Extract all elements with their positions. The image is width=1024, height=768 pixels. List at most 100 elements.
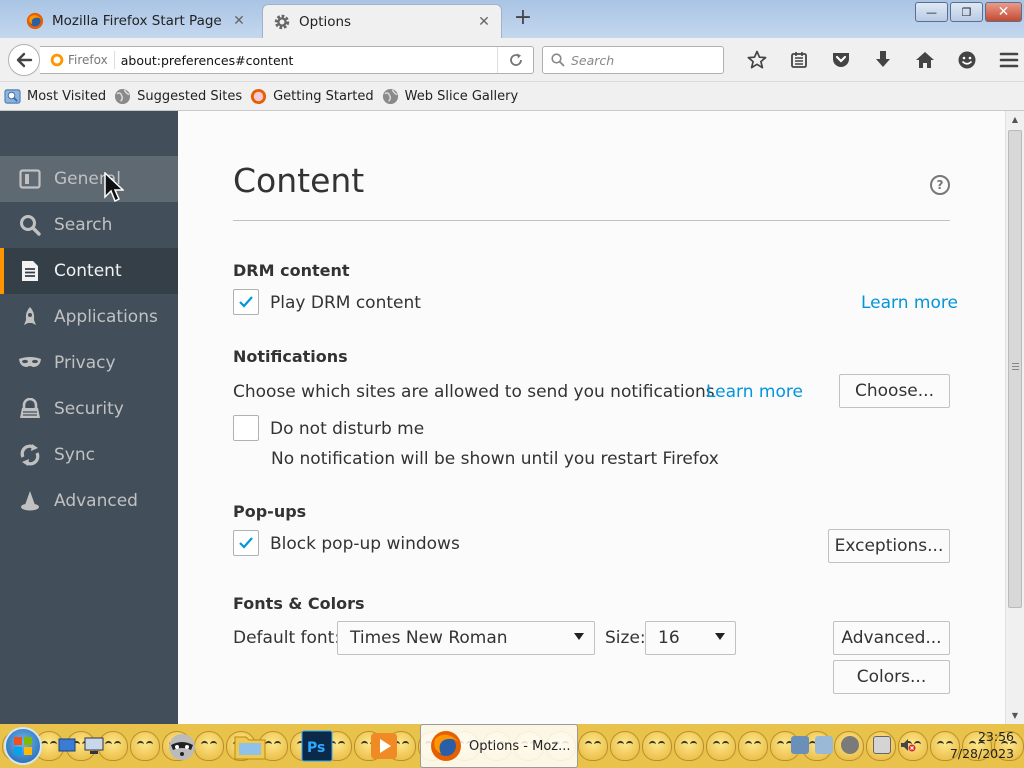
bookmark-label: Web Slice Gallery <box>404 88 519 104</box>
tray-app-icon[interactable] <box>791 736 809 754</box>
sidebar-item-search[interactable]: Search <box>0 202 178 248</box>
bookmark-suggested-sites[interactable]: Suggested Sites <box>114 88 242 105</box>
sidebar-item-content[interactable]: Content <box>0 248 178 294</box>
reload-icon <box>509 53 522 66</box>
help-icon[interactable]: ? <box>930 175 950 195</box>
sidebar-item-label: Sync <box>54 445 95 465</box>
size-label: Size: <box>605 628 646 648</box>
bookmark-getting-started[interactable]: Getting Started <box>250 88 374 105</box>
file-explorer-icon[interactable] <box>232 728 268 764</box>
drm-learn-more-link[interactable]: Learn more <box>861 293 958 313</box>
notifications-heading: Notifications <box>233 347 348 366</box>
scroll-up-arrow-icon[interactable]: ▲ <box>1006 111 1024 128</box>
taskbar-item-firefox[interactable]: Options - Moz... <box>420 724 578 768</box>
drm-checkbox[interactable] <box>233 289 259 315</box>
tray-network-icon[interactable] <box>815 736 833 754</box>
block-popups-label[interactable]: Block pop-up windows <box>270 534 460 554</box>
taskbar-item-label: Options - Moz... <box>469 738 571 754</box>
smiley-icon <box>738 731 768 761</box>
notifications-description: Choose which sites are allowed to send y… <box>233 382 715 402</box>
title-divider <box>233 220 950 221</box>
minimize-button[interactable]: — <box>915 2 948 22</box>
search-icon <box>18 213 42 237</box>
checkmark-icon <box>239 537 253 549</box>
reload-button[interactable] <box>497 47 533 73</box>
smiley-icon <box>610 731 640 761</box>
sidebar-item-applications[interactable]: Applications <box>0 294 178 340</box>
sidebar-item-general[interactable]: General <box>0 156 178 202</box>
sidebar-item-sync[interactable]: Sync <box>0 432 178 478</box>
close-window-button[interactable]: ✕ <box>985 2 1022 22</box>
firefox-icon <box>251 88 267 104</box>
pocket-icon[interactable] <box>820 49 862 71</box>
media-player-icon[interactable] <box>366 728 402 764</box>
bookmark-web-slice-gallery[interactable]: Web Slice Gallery <box>382 88 519 105</box>
mouse-cursor-icon <box>104 172 124 203</box>
url-bar[interactable]: Firefox about:preferences#content <box>40 46 534 74</box>
privacy-mask-icon <box>18 351 42 375</box>
tray-flag-icon[interactable] <box>873 736 891 754</box>
identity-box[interactable]: Firefox <box>40 51 115 69</box>
identity-label: Firefox <box>68 53 108 67</box>
do-not-disturb-label[interactable]: Do not disturb me <box>270 419 424 439</box>
tab-start-page[interactable]: Mozilla Firefox Start Page ✕ <box>16 4 256 38</box>
advanced-fonts-button[interactable]: Advanced... <box>833 621 950 655</box>
show-desktop-icon[interactable] <box>56 728 80 764</box>
sidebar-item-label: Privacy <box>54 353 116 373</box>
url-input[interactable]: about:preferences#content <box>115 53 497 68</box>
default-font-value: Times New Roman <box>350 628 508 648</box>
page-title: Content <box>233 161 365 200</box>
drm-checkbox-label[interactable]: Play DRM content <box>270 293 421 313</box>
bookmarks-bar: Most Visited Suggested Sites Getting Sta… <box>0 82 1024 111</box>
sidebar-item-privacy[interactable]: Privacy <box>0 340 178 386</box>
close-tab-icon[interactable]: ✕ <box>232 13 246 29</box>
maximize-button[interactable]: ❐ <box>950 2 983 22</box>
choose-button[interactable]: Choose... <box>839 374 950 408</box>
sidebar-item-label: Applications <box>54 307 158 327</box>
back-button[interactable] <box>8 44 40 76</box>
vertical-scrollbar[interactable]: ▲ ▼ <box>1005 111 1024 724</box>
tray-volume-muted-icon[interactable] <box>899 736 917 754</box>
search-input[interactable]: Search <box>542 46 724 74</box>
bookmark-label: Suggested Sites <box>137 88 243 104</box>
content-icon <box>18 259 42 283</box>
notifications-learn-more-link[interactable]: Learn more <box>706 382 803 402</box>
exceptions-button[interactable]: Exceptions... <box>828 529 950 563</box>
hello-icon[interactable] <box>946 49 988 71</box>
new-tab-button[interactable]: + <box>510 6 536 32</box>
photoshop-icon[interactable]: Ps <box>300 728 334 764</box>
default-font-select[interactable]: Times New Roman <box>337 621 595 655</box>
taskbar-clock[interactable]: 23:56 7/28/2023 <box>950 728 1014 762</box>
block-popups-checkbox[interactable] <box>233 530 259 556</box>
bookmark-most-visited[interactable]: Most Visited <box>4 88 106 105</box>
sidebar-item-advanced[interactable]: Advanced <box>0 478 178 524</box>
colors-button[interactable]: Colors... <box>833 660 950 694</box>
start-button[interactable] <box>4 727 42 765</box>
drm-heading: DRM content <box>233 261 350 280</box>
do-not-disturb-checkbox[interactable] <box>233 415 259 441</box>
sidebar-item-label: Content <box>54 261 122 281</box>
menu-icon[interactable] <box>988 49 1024 71</box>
clock-time: 23:56 <box>977 729 1014 744</box>
font-size-select[interactable]: 16 <box>645 621 736 655</box>
home-icon[interactable] <box>904 49 946 71</box>
preferences-main: Content ? DRM content Play DRM content L… <box>178 111 1005 724</box>
scrollbar-thumb[interactable] <box>1008 130 1022 608</box>
scroll-down-arrow-icon[interactable]: ▼ <box>1006 707 1024 724</box>
search-placeholder: Search <box>571 52 615 68</box>
bookmark-star-icon[interactable] <box>736 49 778 71</box>
window-controls: — ❐ ✕ <box>913 2 1022 22</box>
reading-list-icon[interactable] <box>778 49 820 71</box>
sidebar-item-label: Search <box>54 215 113 235</box>
clock-date: 7/28/2023 <box>949 746 1014 761</box>
sidebar-item-security[interactable]: Security <box>0 386 178 432</box>
computer-icon[interactable] <box>82 728 106 764</box>
raccoon-app-icon[interactable] <box>164 728 200 764</box>
advanced-wizard-icon <box>18 489 42 513</box>
firefox-icon <box>50 53 64 67</box>
downloads-icon[interactable] <box>862 49 904 71</box>
popups-heading: Pop-ups <box>233 502 307 521</box>
tray-update-icon[interactable] <box>841 736 859 754</box>
close-tab-icon[interactable]: ✕ <box>477 14 491 30</box>
tab-options[interactable]: Options ✕ <box>262 4 502 38</box>
